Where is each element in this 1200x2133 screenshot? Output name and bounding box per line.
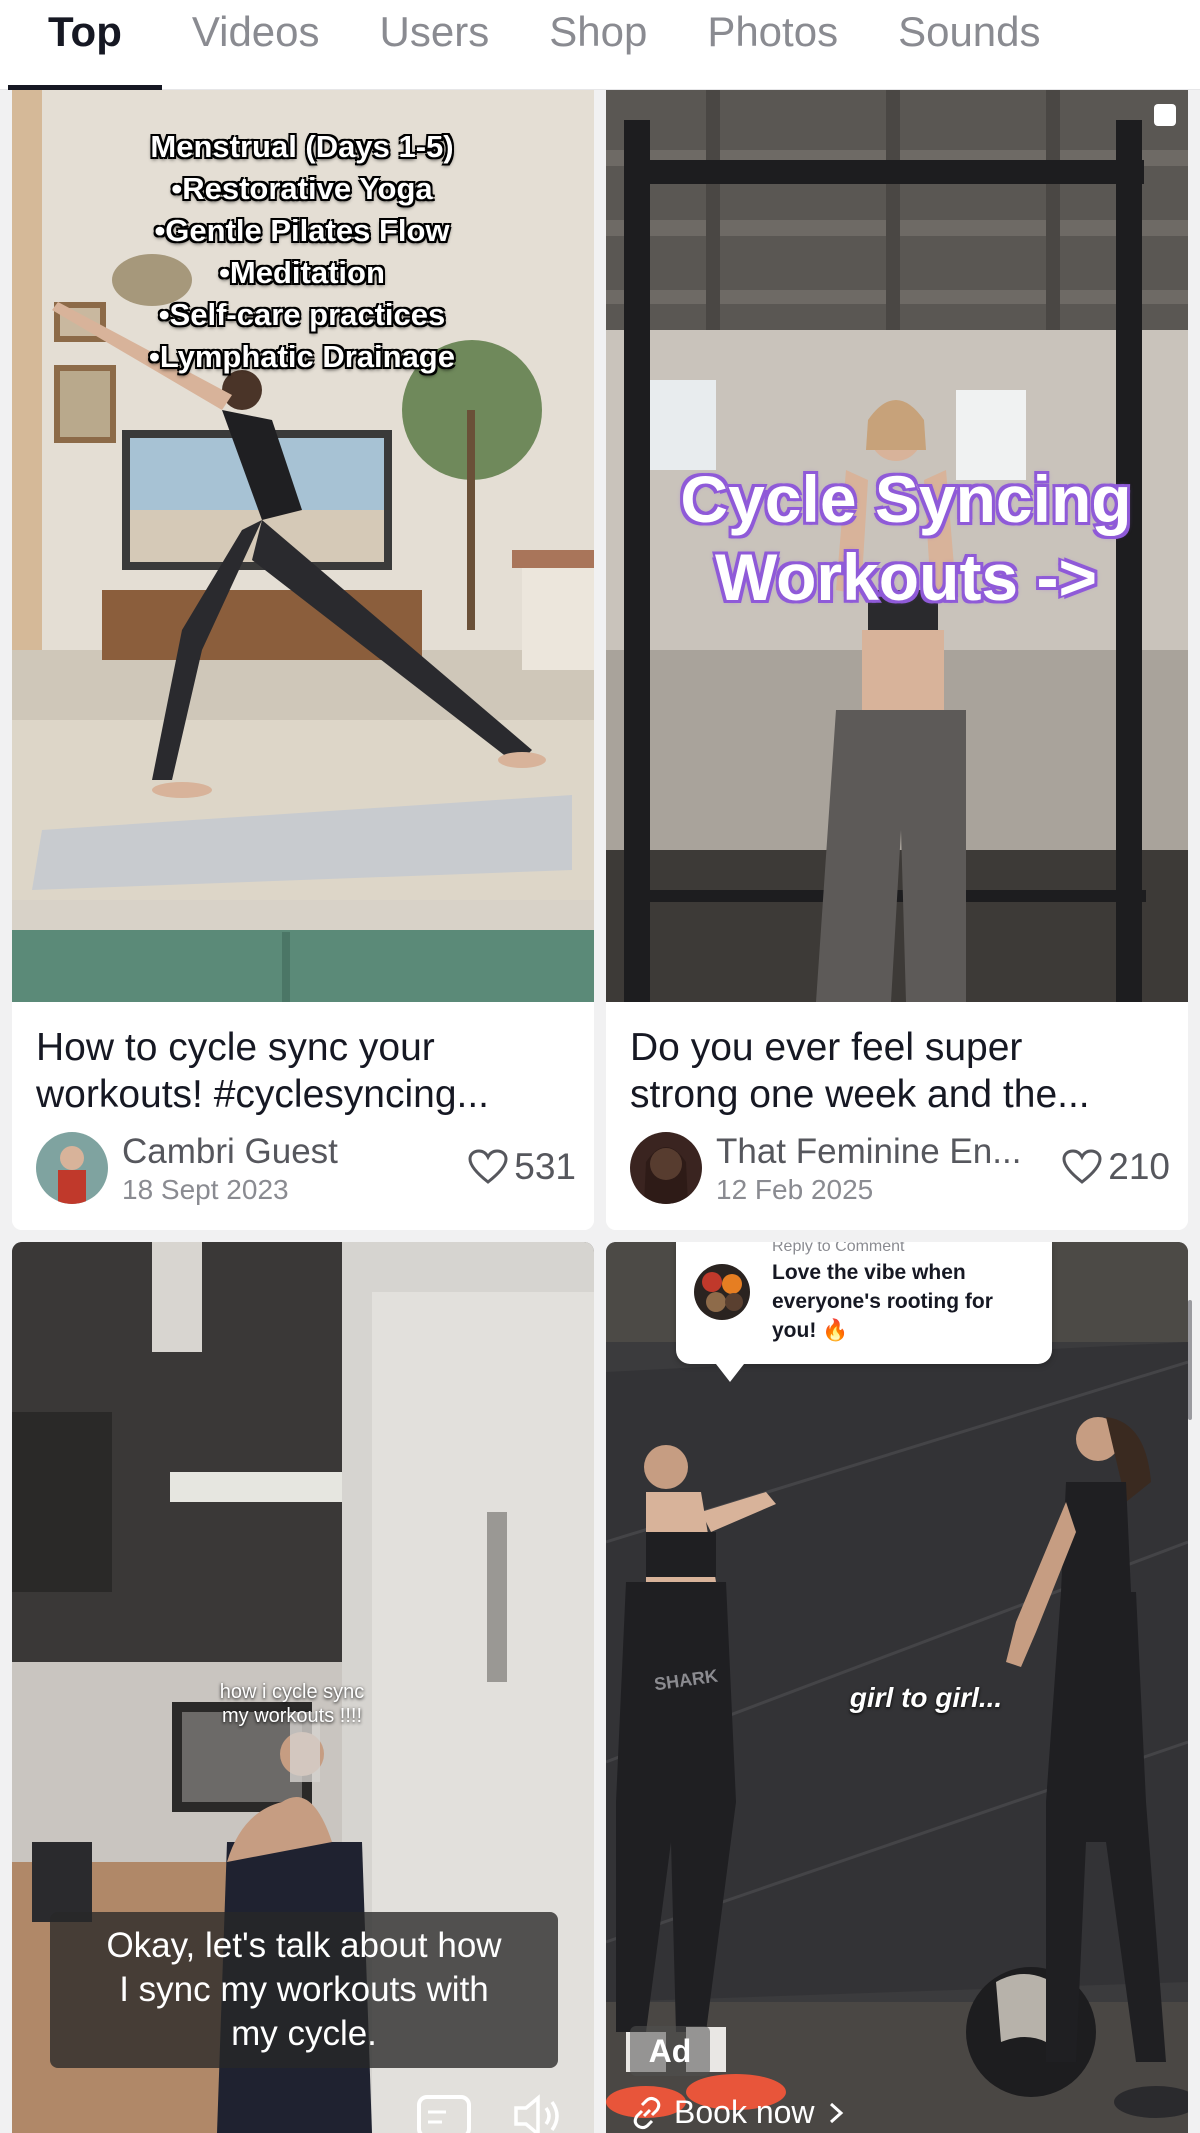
tab-top[interactable]: Top [8,0,162,90]
tab-photos[interactable]: Photos [707,0,838,90]
author-row[interactable]: Cambri Guest 18 Sept 2023 531 [36,1132,576,1208]
video-overlay-text: Menstrual (Days 1-5) •Restorative Yoga •… [72,126,532,378]
video-card[interactable]: Cycle Syncing Workouts -> Do you ever fe… [606,90,1188,1230]
book-now-button[interactable]: Book now [630,2094,849,2131]
overlay-line: •Gentle Pilates Flow [154,213,450,248]
overlay-line: how i cycle sync [219,1681,365,1703]
video-overlay-text: how i cycle sync my workouts !!!! [162,1680,422,1728]
avatar-image [36,1132,108,1204]
video-card[interactable]: Menstrual (Days 1-5) •Restorative Yoga •… [12,90,594,1230]
overlay-line: •Restorative Yoga [171,171,433,206]
overlay-line: Menstrual (Days 1-5) [150,129,454,164]
like-count[interactable]: 210 [1062,1146,1170,1188]
like-count-value: 531 [514,1146,576,1187]
captions-icon[interactable] [416,2094,472,2133]
video-caption[interactable]: Do you ever feel super strong one week a… [630,1024,1170,1118]
video-overlay-text: girl to girl... [849,1682,1003,1713]
subtitle-caption: Okay, let's talk about how I sync my wor… [50,1912,558,2068]
tab-sounds[interactable]: Sounds [898,0,1040,90]
volume-icon[interactable] [512,2094,568,2133]
video-card[interactable]: how i cycle sync my workouts !!!! Okay, … [12,1242,594,2133]
comment-text: Love the vibe when everyone's rooting fo… [772,1258,1042,1345]
search-tabs: Top Videos Users Shop Photos Sounds [0,0,1200,90]
video-thumbnail[interactable]: Cycle Syncing Workouts -> [606,90,1188,1002]
caption-line: How to cycle sync your [36,1026,435,1069]
video-caption[interactable]: How to cycle sync your workouts! #cycles… [36,1024,576,1118]
comment-line: everyone's rooting for [772,1290,993,1313]
chevron-right-icon [829,2102,843,2123]
tab-users[interactable]: Users [380,0,490,90]
scrollbar[interactable] [1188,1300,1192,1420]
post-date: 18 Sept 2023 [122,1174,289,1205]
caption-line: strong one week and the... [630,1073,1090,1116]
like-count-value: 210 [1108,1146,1170,1187]
ad-badge: Ad [630,2026,710,2076]
avatar[interactable] [630,1132,702,1204]
like-count[interactable]: 531 [468,1146,576,1188]
overlay-line: Workouts -> [715,540,1097,614]
subtitle-line: my cycle. [231,2014,377,2053]
overlay-line: •Self-care practices [158,297,446,332]
heart-icon [1062,1149,1102,1184]
overlay-line: Cycle Syncing [680,462,1132,536]
book-now-label: Book now [674,2094,815,2130]
video-thumbnail[interactable]: how i cycle sync my workouts !!!! Okay, … [12,1242,594,2133]
avatar-image [630,1132,702,1204]
tab-videos[interactable]: Videos [192,0,320,90]
ad-card[interactable]: girl to girl... SHARK Reply to Comment L… [606,1242,1188,2133]
comment-line: you! 🔥 [772,1319,849,1342]
author-name[interactable]: Cambri Guest [122,1132,338,1172]
post-date: 12 Feb 2025 [716,1174,874,1205]
repost-icon [1154,104,1176,126]
avatar[interactable] [36,1132,108,1204]
caption-line: workouts! #cyclesyncing... [36,1073,490,1116]
video-info: Do you ever feel super strong one week a… [606,1002,1188,1230]
caption-line: Do you ever feel super [630,1026,1023,1069]
video-thumbnail[interactable]: girl to girl... SHARK Reply to Comment L… [606,1242,1188,2133]
link-icon [633,2096,661,2129]
avatar-image [694,1264,750,1320]
overlay-line: •Meditation [219,255,385,290]
overlay-line: my workouts !!!! [221,1705,363,1727]
video-info: How to cycle sync your workouts! #cycles… [12,1002,594,1230]
subtitle-line: Okay, let's talk about how [106,1926,502,1965]
tab-shop[interactable]: Shop [549,0,647,90]
author-row[interactable]: That Feminine En... 12 Feb 2025 210 [630,1132,1170,1208]
comment-avatar [694,1264,750,1320]
video-thumbnail[interactable]: Menstrual (Days 1-5) •Restorative Yoga •… [12,90,594,1002]
heart-icon [468,1149,508,1184]
subtitle-line: I sync my workouts with [119,1970,489,2009]
comment-line: Love the vibe when [772,1261,966,1284]
comment-header: Reply to Comment [772,1242,905,1255]
overlay-line: •Lymphatic Drainage [148,339,455,374]
video-overlay-text: Cycle Syncing Workouts -> [666,460,1146,616]
reply-comment-bubble[interactable]: Reply to Comment Love the vibe when ever… [676,1242,1052,1382]
author-name[interactable]: That Feminine En... [716,1132,1021,1172]
